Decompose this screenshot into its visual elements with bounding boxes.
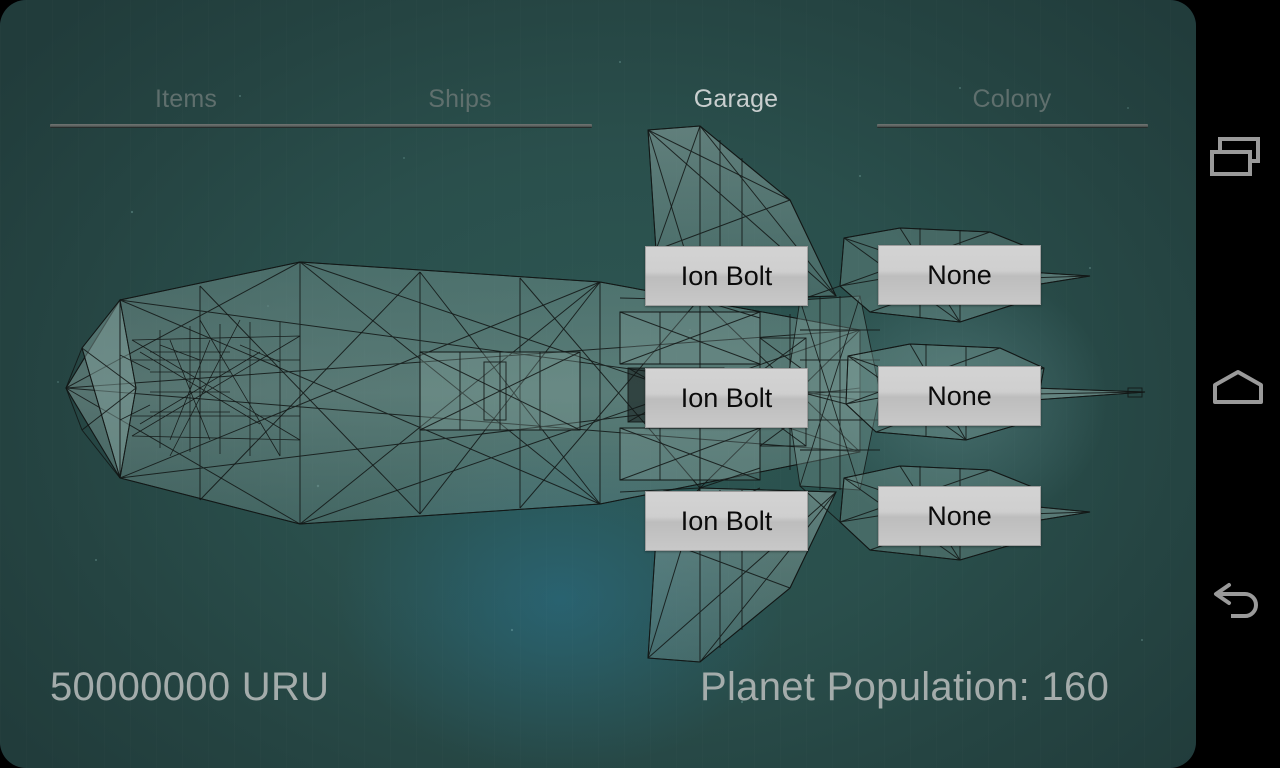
nav-back-button[interactable] [1196,562,1280,646]
weapon-slot-right-2[interactable]: None [878,366,1041,426]
tab-garage-label: Garage [693,85,779,113]
tab-underline-colony [877,124,1148,128]
tab-underline-items-ships [50,124,592,128]
weapon-slot-right-1[interactable]: None [878,245,1041,305]
planet-population-display: Planet Population: 160 [700,665,1110,709]
nav-recents-button[interactable] [1196,116,1280,200]
tab-bar: Items Ships Garage Colony [50,76,1148,132]
home-icon [1213,370,1263,404]
weapon-slot-left-3-label: Ion Bolt [680,505,773,536]
tab-colony[interactable]: Colony [876,76,1148,126]
device-screen: Items Ships Garage Colony Ion Bolt Ion B… [0,0,1196,768]
tab-ships[interactable]: Ships [324,76,596,126]
weapon-slot-left-1-label: Ion Bolt [680,260,773,291]
weapon-slot-left-1[interactable]: Ion Bolt [645,246,808,306]
recents-icon [1210,137,1260,176]
weapon-slot-left-2[interactable]: Ion Bolt [645,368,808,428]
tab-colony-label: Colony [972,85,1052,113]
weapon-slot-right-3-label: None [927,500,992,531]
back-icon [1214,583,1258,618]
tab-items-label: Items [154,85,218,113]
weapon-slot-left-2-label: Ion Bolt [680,382,773,413]
tab-items[interactable]: Items [50,76,322,126]
weapon-slot-left-3[interactable]: Ion Bolt [645,491,808,551]
nav-home-button[interactable] [1196,346,1280,430]
tab-garage[interactable]: Garage [600,76,872,126]
weapon-slot-right-3[interactable]: None [878,486,1041,546]
tab-ships-label: Ships [428,85,492,113]
weapon-slot-right-2-label: None [927,380,992,411]
currency-display: 50000000 URU [50,665,330,709]
screenshot-root: Items Ships Garage Colony Ion Bolt Ion B… [0,0,1280,768]
android-navigation-bar [1196,0,1280,768]
weapon-slot-right-1-label: None [927,259,992,290]
